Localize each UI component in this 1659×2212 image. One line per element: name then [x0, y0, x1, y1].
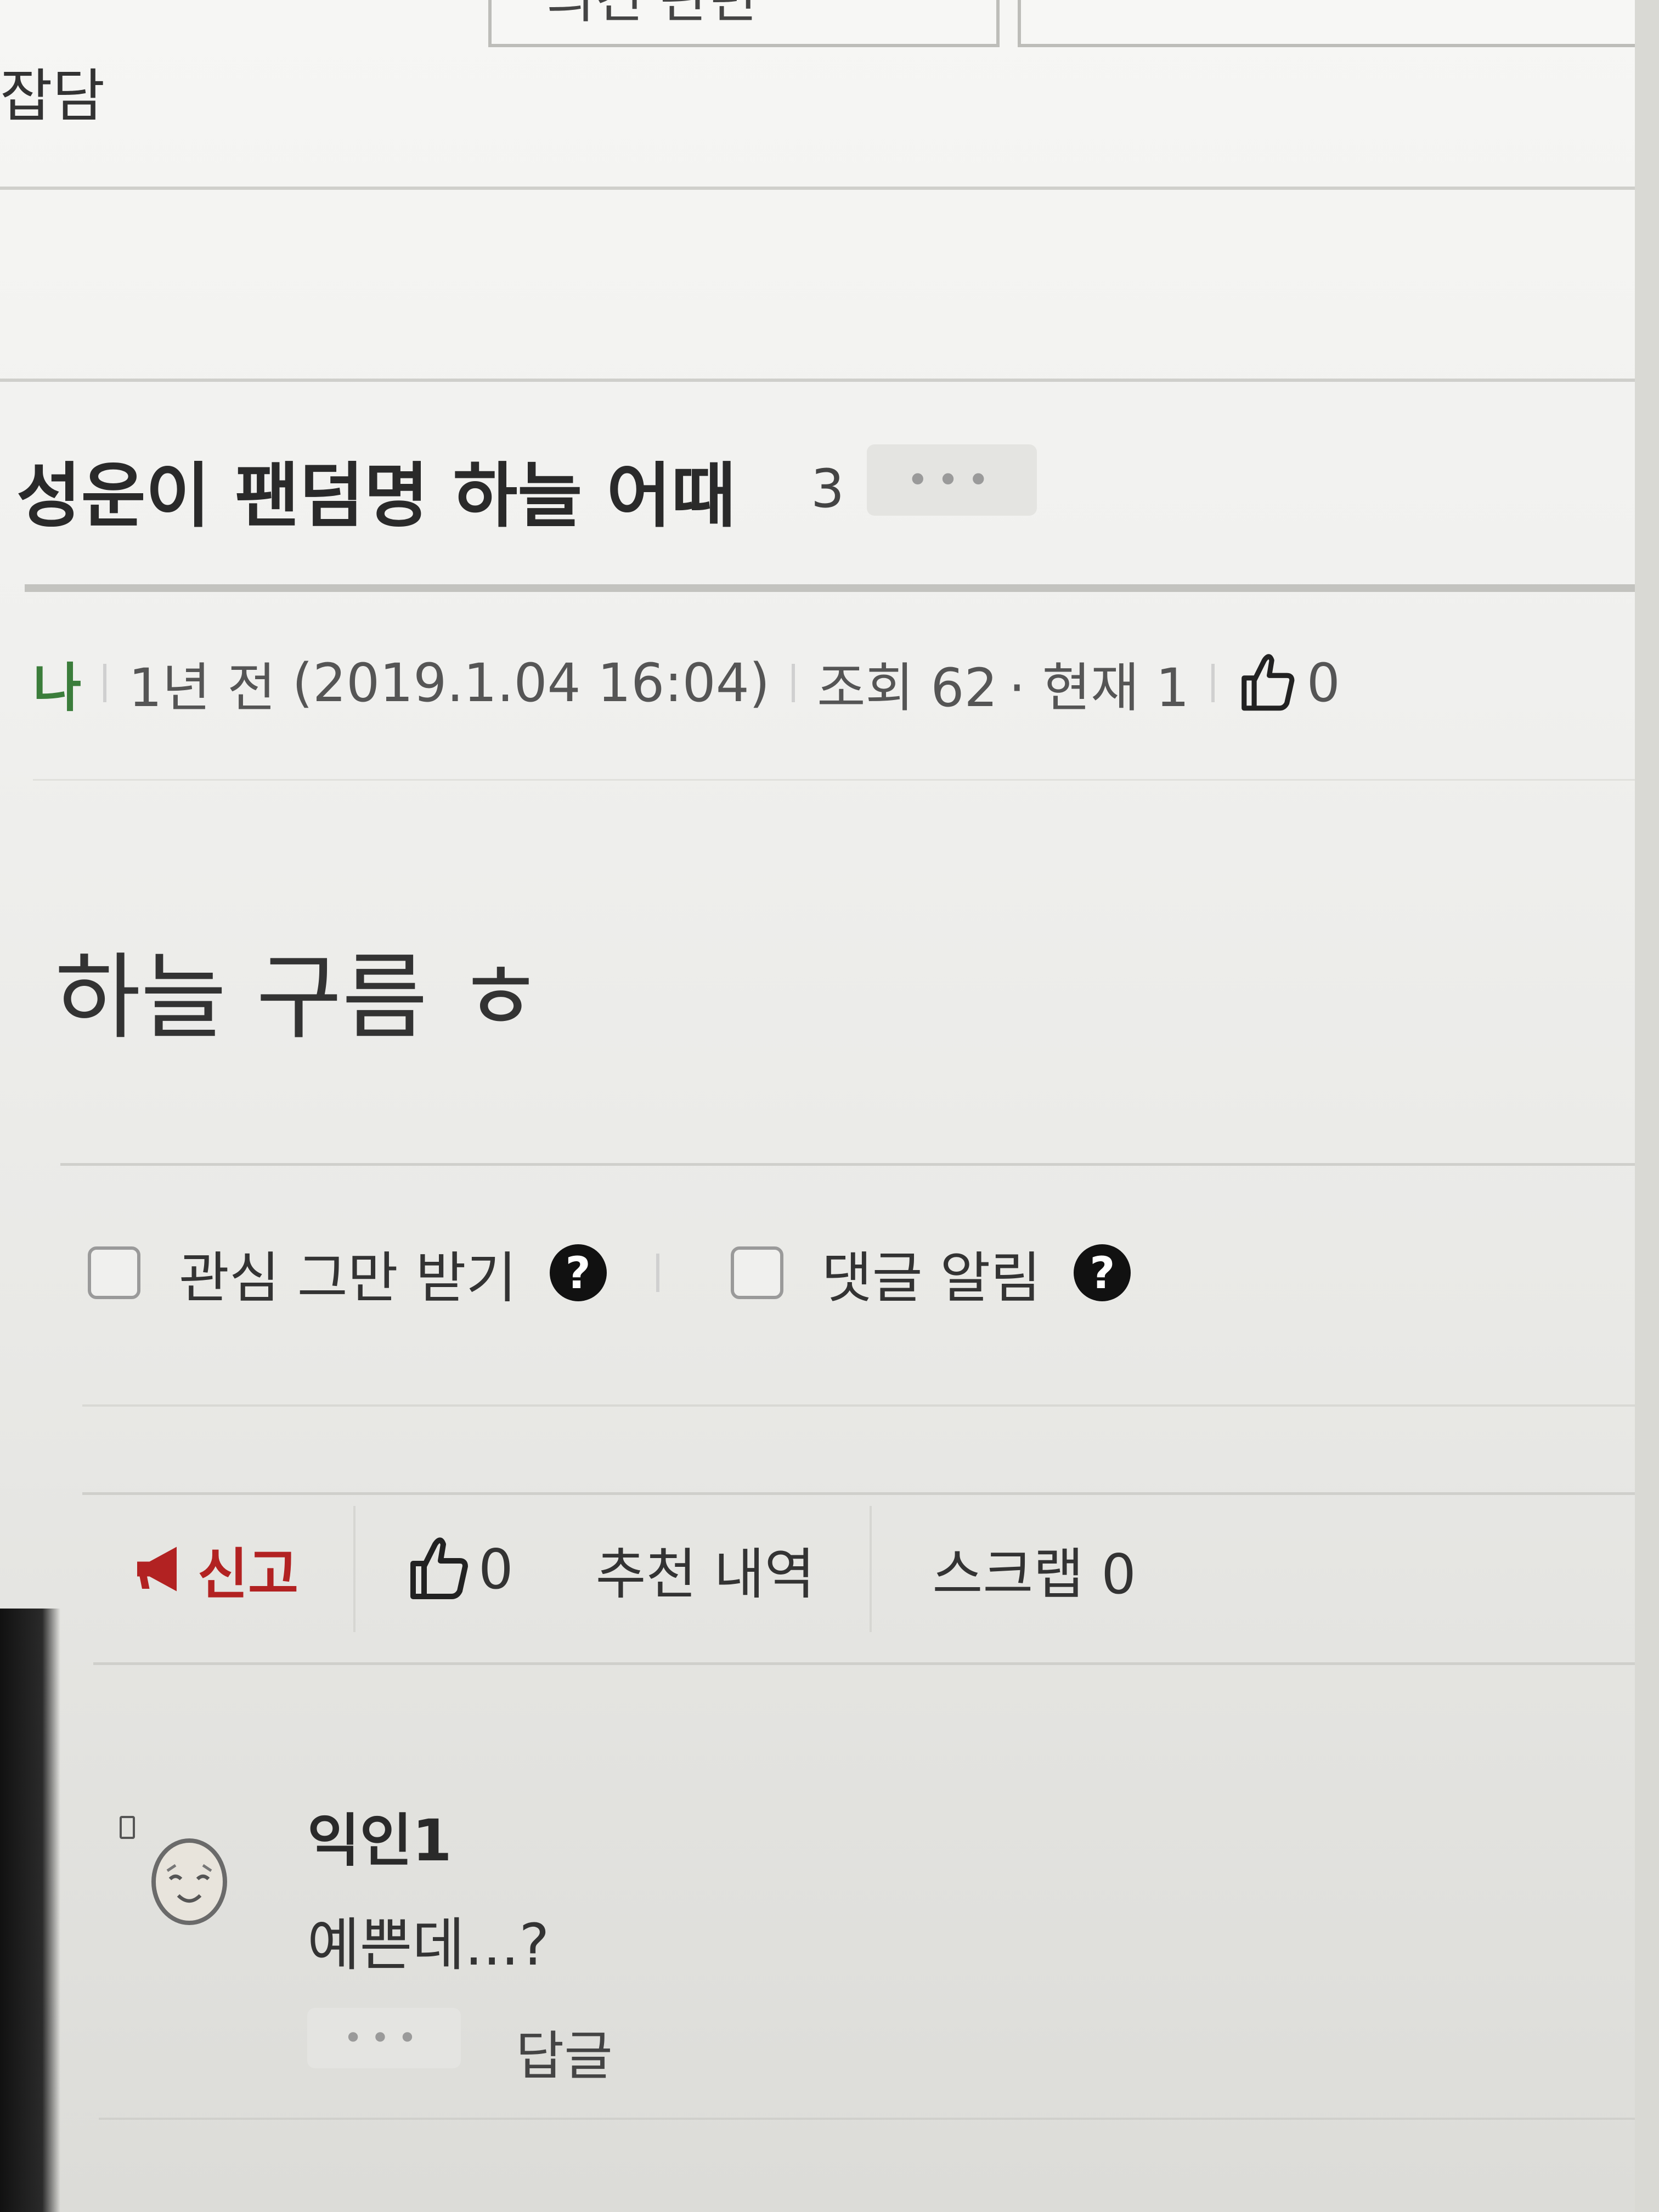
stop-interest-label[interactable]: 관심 그만 받기	[179, 1233, 517, 1313]
thumbs-up-icon	[410, 1537, 468, 1599]
tab-label: 의견 관련	[546, 0, 757, 32]
post-datetime: (2019.1.04 16:04)	[292, 652, 770, 714]
post-likes: 0	[1237, 650, 1340, 716]
question-circle-icon[interactable]: ?	[1074, 1244, 1131, 1301]
meta-separator	[1211, 664, 1215, 702]
divider	[60, 1163, 1635, 1166]
thumbs-up-icon	[1241, 654, 1295, 711]
action-separator	[353, 1506, 356, 1632]
comment-alert-checkbox[interactable]	[730, 1246, 783, 1299]
help-glyph: ?	[1090, 1247, 1115, 1299]
post-options: 관심 그만 받기 ? 댓글 알림 ?	[88, 1234, 1131, 1311]
like-button[interactable]: 0	[405, 1533, 514, 1605]
tab-secondary[interactable]	[1018, 0, 1635, 47]
post-title: 성운이 팬덤명 하늘 어때	[16, 455, 736, 537]
post-like-count: 0	[1306, 652, 1340, 714]
post-views: 조회 62	[817, 657, 998, 719]
board-name[interactable]: 잡담	[0, 49, 105, 132]
action-separator	[870, 1506, 872, 1632]
meta-separator	[103, 664, 107, 702]
question-circle-icon[interactable]: ?	[549, 1244, 607, 1301]
report-button[interactable]: 신고	[132, 1530, 298, 1609]
post-content: 하늘 구름 ㅎ	[55, 944, 544, 1052]
options-separator	[656, 1254, 659, 1292]
recommend-history-link[interactable]: 추천 내역	[596, 1530, 815, 1609]
comment-more-button[interactable]: •••	[307, 2008, 461, 2068]
post-time-ago: 1년 전	[128, 657, 276, 719]
more-dots-icon: •••	[906, 458, 997, 503]
divider	[82, 1404, 1635, 1407]
report-label: 신고	[198, 1542, 298, 1606]
monitor-bezel	[0, 1609, 60, 2212]
avatar-egg-icon[interactable]	[148, 1832, 230, 1926]
post-actions: 신고 0 추천 내역 스크랩 0	[132, 1506, 1136, 1632]
scrap-button[interactable]: 스크랩 0	[932, 1530, 1136, 1609]
help-glyph: ?	[565, 1247, 591, 1299]
divider	[93, 1662, 1635, 1665]
post-meta: 나 1년 전 (2019.1.04 16:04) 조회 62 · 현재 1 0	[33, 645, 1340, 721]
comment-flag-icon	[120, 1816, 135, 1839]
post-current-viewers: · 현재 1	[1008, 657, 1189, 719]
comment-count: 3	[811, 458, 845, 520]
divider	[33, 779, 1635, 781]
more-dots-icon: •••	[343, 2019, 425, 2057]
comment-alert-label[interactable]: 댓글 알림	[822, 1233, 1041, 1313]
divider	[0, 379, 1635, 382]
like-count: 0	[478, 1537, 514, 1601]
divider	[0, 187, 1635, 190]
stop-interest-checkbox[interactable]	[88, 1246, 140, 1299]
post-author[interactable]: 나	[33, 645, 81, 721]
reply-button[interactable]: 답글	[516, 2013, 613, 2090]
divider	[82, 1492, 1635, 1495]
screen: 의견 관련 잡담 성운이 팬덤명 하늘 어때 3 ••• 나 1년 전 (201…	[0, 0, 1635, 2212]
divider	[99, 2118, 1635, 2120]
comment-author[interactable]: 익인1	[307, 1794, 452, 1877]
post-more-button[interactable]: •••	[867, 444, 1037, 516]
meta-separator	[792, 664, 795, 702]
tab-opinion[interactable]: 의견 관련	[488, 0, 1000, 47]
megaphone-icon	[137, 1547, 177, 1592]
divider	[25, 584, 1635, 592]
comment-body: 예쁜데...?	[307, 1911, 550, 1978]
